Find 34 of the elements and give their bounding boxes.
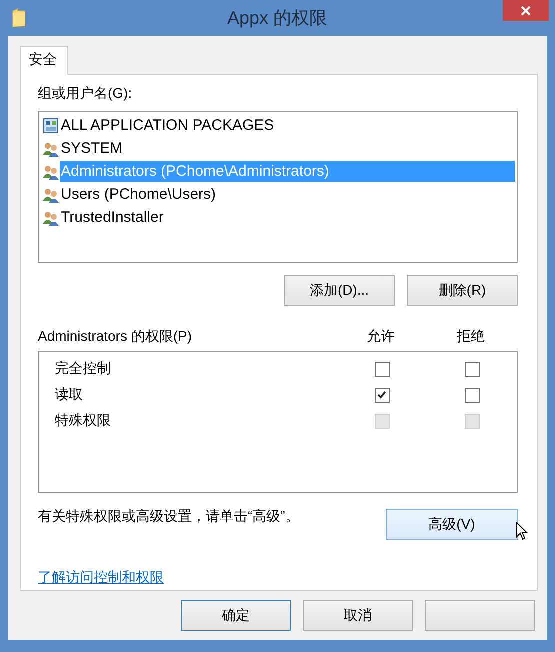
close-button[interactable] <box>503 0 549 21</box>
checkbox[interactable] <box>374 362 390 376</box>
permission-name: 特殊权限 <box>55 412 112 430</box>
users-icon <box>43 186 59 202</box>
checkbox[interactable] <box>374 388 390 402</box>
check-icon <box>377 390 387 400</box>
ok-button[interactable]: 确定 <box>181 600 291 631</box>
advanced-button[interactable]: 高级(V) <box>386 509 518 540</box>
tab[interactable]: 安全 <box>20 46 68 75</box>
checkbox[interactable] <box>464 388 480 402</box>
permissions-label: Administrators 的权限(P) <box>38 328 194 346</box>
window-title: Appx 的权限 <box>227 7 328 30</box>
remove-button[interactable]: 删除(R) <box>407 275 518 306</box>
users-icon <box>43 210 59 226</box>
user-list-item[interactable]: SYSTEM <box>60 138 124 159</box>
user-list-item[interactable]: Users (PChome\Users) <box>60 184 218 205</box>
add-button[interactable]: 添加(D)... <box>284 275 395 306</box>
users-icon <box>43 164 59 180</box>
cancel-button[interactable]: 取消 <box>303 600 413 631</box>
group-label: 组或用户名(G): <box>38 85 134 103</box>
column-header: 拒绝 <box>456 328 486 346</box>
advanced-hint: 有关特殊权限或高级设置，请单击“高级”。 <box>38 508 300 526</box>
user-list-item[interactable]: ALL APPLICATION PACKAGES <box>60 115 276 136</box>
help-link[interactable]: 了解访问控制和权限 <box>38 569 164 587</box>
close-icon <box>521 6 531 16</box>
permission-name: 完全控制 <box>55 360 112 378</box>
users-icon <box>43 140 59 156</box>
column-header: 允许 <box>366 328 396 346</box>
mouse-pointer-icon <box>516 522 528 541</box>
package-icon <box>43 118 59 134</box>
folder-icon <box>12 8 26 28</box>
permission-name: 读取 <box>55 386 84 404</box>
user-list-item[interactable]: TrustedInstaller <box>60 207 165 228</box>
checkbox[interactable] <box>464 362 480 376</box>
